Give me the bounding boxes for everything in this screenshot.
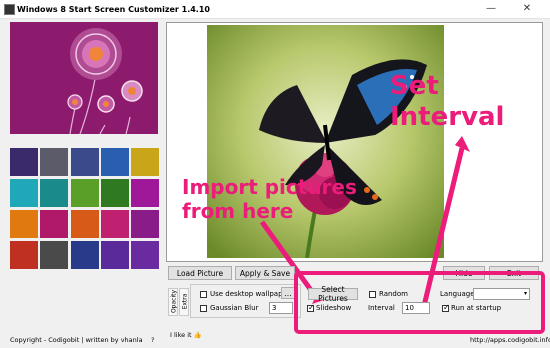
use-desktop-wallpaper-label: Use desktop wallpaper [210, 290, 290, 298]
slideshow-settings-highlight [294, 271, 545, 334]
gaussian-blur-label: Gaussian Blur [210, 304, 259, 312]
website-link[interactable]: http://apps.codigobit.info [470, 336, 550, 344]
browse-wallpaper-button[interactable]: ... [281, 287, 295, 299]
tab-opacity[interactable]: Opacity [168, 288, 178, 316]
like-link[interactable]: I like it 👍 [170, 331, 202, 339]
thumbs-up-icon: 👍 [193, 331, 202, 339]
gaussian-blur-checkbox[interactable] [200, 305, 207, 312]
use-desktop-wallpaper-checkbox[interactable] [200, 291, 207, 298]
load-picture-button[interactable]: Load Picture [168, 266, 232, 280]
like-label: I like it [170, 331, 192, 339]
copyright-text: Copyright - Codigobit | written by vhanl… [10, 336, 143, 344]
gaussian-blur-stepper[interactable]: 3 [269, 302, 293, 314]
apply-save-button[interactable]: Apply & Save [235, 266, 295, 280]
tab-extra[interactable]: Extra [179, 288, 189, 316]
help-link[interactable]: ? [151, 336, 154, 344]
